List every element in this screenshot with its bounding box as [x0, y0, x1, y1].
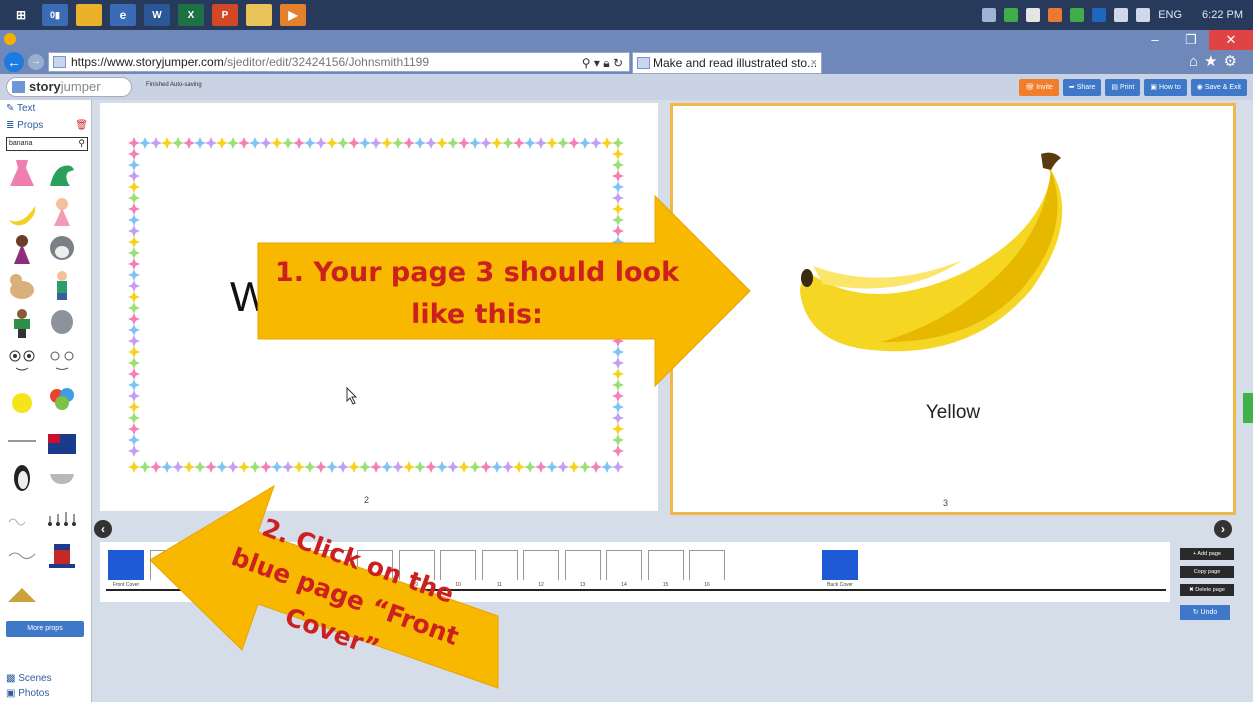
callout-1-line2: like this: [411, 299, 543, 330]
callout-overlay [149, 194, 751, 689]
callout-1-line1: 1. Your page 3 should look [274, 257, 680, 288]
callout-1-text: 1. Your page 3 should look like this: [262, 252, 692, 336]
mouse-cursor-icon [346, 387, 358, 405]
